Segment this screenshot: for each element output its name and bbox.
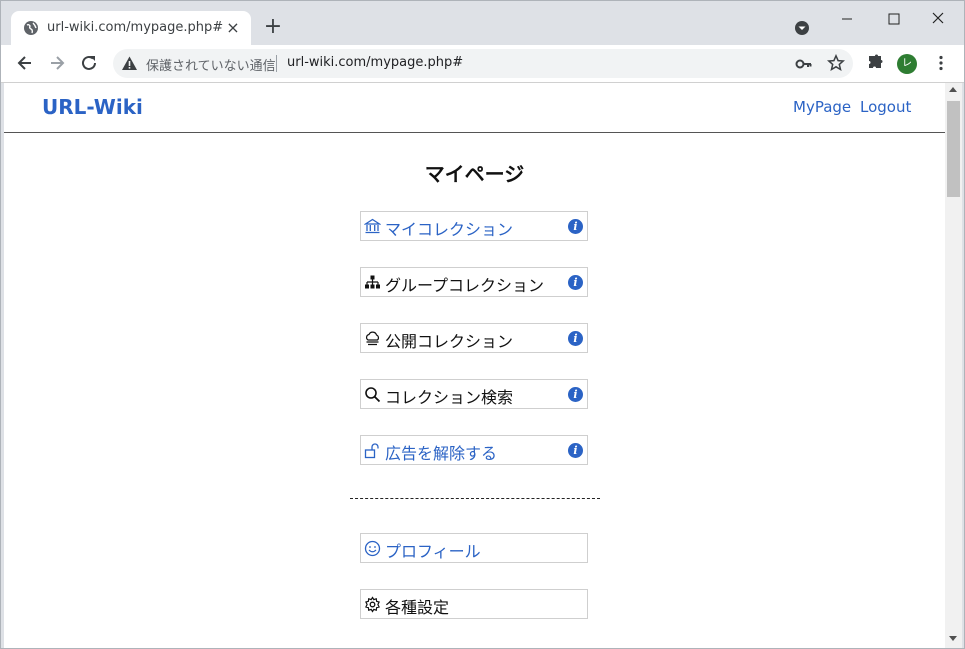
menu-label: グループコレクション [385, 276, 545, 295]
menu-group-collection[interactable]: グループコレクション i [360, 267, 588, 297]
sitemap-icon [365, 275, 380, 289]
menu-label: 広告を解除する [385, 444, 498, 463]
maximize-icon[interactable] [885, 11, 903, 27]
minimize-icon[interactable] [839, 11, 857, 27]
site-logo[interactable]: URL-Wiki [42, 95, 143, 119]
security-status[interactable]: 保護されていない通信 [146, 55, 276, 74]
gear-icon [365, 596, 380, 613]
smile-icon [364, 540, 381, 557]
nav-mypage-link[interactable]: MyPage [793, 98, 851, 116]
tab-search-icon[interactable] [794, 20, 810, 36]
more-menu-icon[interactable] [931, 53, 951, 73]
key-icon[interactable] [795, 55, 813, 73]
browser-window: url-wiki.com/mypage.php# × + 保護されていない通信 … [0, 0, 965, 649]
back-arrow-icon[interactable] [15, 53, 35, 73]
forward-arrow-icon[interactable] [47, 53, 67, 73]
info-icon[interactable]: i [568, 331, 583, 346]
info-icon[interactable]: i [568, 275, 583, 290]
menu-profile[interactable]: プロフィール [360, 533, 588, 563]
menu-my-collection[interactable]: マイコレクション i [360, 211, 588, 241]
browser-tab[interactable]: url-wiki.com/mypage.php# × [11, 11, 251, 45]
search-icon [365, 387, 381, 403]
star-icon[interactable] [827, 54, 845, 72]
menu-label: マイコレクション [385, 220, 514, 239]
scroll-down-icon[interactable] [949, 636, 957, 641]
reload-icon[interactable] [79, 53, 99, 73]
extensions-icon[interactable] [865, 53, 885, 73]
globe-icon [24, 21, 38, 35]
bank-icon [364, 218, 381, 234]
tab-close-icon[interactable]: × [225, 20, 241, 36]
scroll-up-icon[interactable] [949, 87, 957, 92]
cloud-icon [365, 331, 380, 346]
menu-label: 公開コレクション [385, 332, 514, 351]
url-text[interactable]: url-wiki.com/mypage.php# [287, 55, 463, 70]
menu-label: コレクション検索 [385, 388, 514, 407]
info-icon[interactable]: i [568, 387, 583, 402]
section-divider [350, 498, 600, 499]
menu-collection-search[interactable]: コレクション検索 i [360, 379, 588, 409]
tab-title: url-wiki.com/mypage.php# [47, 20, 224, 35]
profile-avatar[interactable]: レ [897, 54, 917, 74]
menu-settings[interactable]: 各種設定 [360, 589, 588, 619]
warning-icon[interactable] [121, 55, 138, 72]
info-icon[interactable]: i [568, 443, 583, 458]
info-icon[interactable]: i [568, 219, 583, 234]
vertical-scrollbar[interactable] [945, 83, 962, 648]
window-close-icon[interactable] [929, 9, 947, 27]
new-tab-button[interactable]: + [263, 16, 283, 38]
nav-logout-link[interactable]: Logout [860, 98, 911, 116]
scroll-thumb[interactable] [947, 101, 960, 197]
menu-label: プロフィール [385, 542, 481, 561]
tab-strip: url-wiki.com/mypage.php# × + [1, 1, 964, 45]
address-bar[interactable]: 保護されていない通信 url-wiki.com/mypage.php# [113, 49, 853, 78]
unlock-icon [364, 443, 379, 459]
menu-public-collection[interactable]: 公開コレクション i [360, 323, 588, 353]
menu-label: 各種設定 [385, 598, 450, 617]
page-viewport: URL-Wiki MyPage Logout マイページ マイコレクション i … [4, 83, 945, 648]
page-title: マイページ [424, 162, 525, 186]
site-header: URL-Wiki MyPage Logout [4, 83, 945, 133]
browser-toolbar: 保護されていない通信 url-wiki.com/mypage.php# レ [1, 45, 964, 83]
omnibox-divider [276, 55, 277, 72]
menu-remove-ads[interactable]: 広告を解除する i [360, 435, 588, 465]
